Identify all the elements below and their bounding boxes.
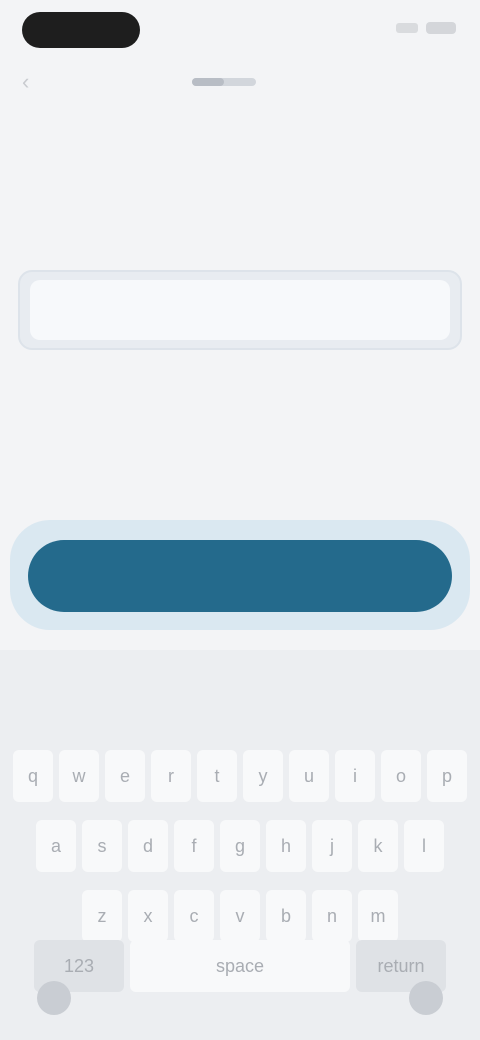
- battery-icon: [426, 22, 456, 34]
- key-l[interactable]: l: [404, 820, 444, 872]
- keyboard-bottom-bar: [0, 960, 480, 1040]
- key-t[interactable]: t: [197, 750, 237, 802]
- key-w[interactable]: w: [59, 750, 99, 802]
- key-p[interactable]: p: [427, 750, 467, 802]
- email-field[interactable]: [30, 280, 450, 340]
- key-e[interactable]: e: [105, 750, 145, 802]
- key-q[interactable]: q: [13, 750, 53, 802]
- key-k[interactable]: k: [358, 820, 398, 872]
- chevron-left-icon[interactable]: ‹: [22, 70, 46, 94]
- email-field-container: [18, 270, 462, 350]
- progress-bar-fill: [192, 78, 224, 86]
- key-s[interactable]: s: [82, 820, 122, 872]
- signal-icon: [396, 23, 418, 33]
- key-i[interactable]: i: [335, 750, 375, 802]
- keyboard-row-3: zxcvbnm: [0, 890, 480, 946]
- key-n[interactable]: n: [312, 890, 352, 942]
- status-bar: [0, 0, 480, 60]
- status-icons: [396, 22, 456, 34]
- key-d[interactable]: d: [128, 820, 168, 872]
- keyboard-row-1: qwertyuiop: [0, 750, 480, 806]
- key-m[interactable]: m: [358, 890, 398, 942]
- dynamic-island: [22, 12, 140, 48]
- key-r[interactable]: r: [151, 750, 191, 802]
- key-y[interactable]: y: [243, 750, 283, 802]
- key-c[interactable]: c: [174, 890, 214, 942]
- key-x[interactable]: x: [128, 890, 168, 942]
- key-u[interactable]: u: [289, 750, 329, 802]
- keyboard-suggestions: [0, 690, 480, 730]
- keyboard: qwertyuiop asdfghjkl zxcvbnm 123 space r…: [0, 650, 480, 1040]
- key-f[interactable]: f: [174, 820, 214, 872]
- continue-button[interactable]: [28, 540, 452, 612]
- keyboard-row-2: asdfghjkl: [0, 820, 480, 876]
- key-j[interactable]: j: [312, 820, 352, 872]
- key-b[interactable]: b: [266, 890, 306, 942]
- key-a[interactable]: a: [36, 820, 76, 872]
- key-h[interactable]: h: [266, 820, 306, 872]
- key-z[interactable]: z: [82, 890, 122, 942]
- key-o[interactable]: o: [381, 750, 421, 802]
- progress-bar: [192, 78, 256, 86]
- nav-row: ‹: [0, 64, 480, 100]
- key-g[interactable]: g: [220, 820, 260, 872]
- key-v[interactable]: v: [220, 890, 260, 942]
- globe-icon[interactable]: [36, 980, 72, 1016]
- microphone-icon[interactable]: [408, 980, 444, 1016]
